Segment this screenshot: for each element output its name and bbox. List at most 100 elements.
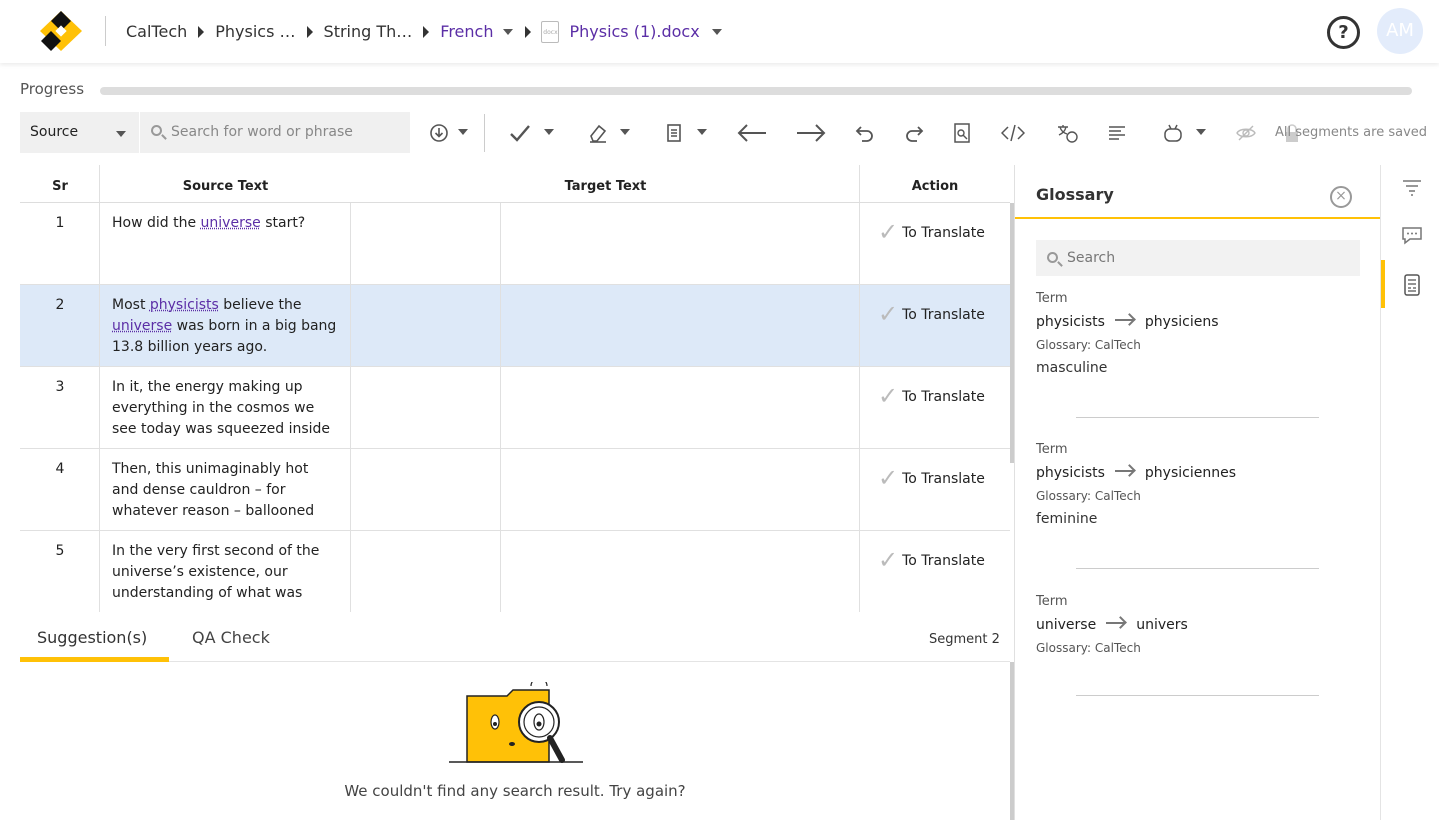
- column-divider: [99, 165, 100, 202]
- confirm-check-icon[interactable]: ✓: [878, 382, 898, 410]
- confirm-check-icon[interactable]: ✓: [878, 300, 898, 328]
- glossary-book-icon[interactable]: [1401, 274, 1423, 296]
- confirm-check-icon[interactable]: ✓: [878, 218, 898, 246]
- active-tab-underline: [20, 657, 169, 662]
- table-row[interactable]: 4 Then, this unimaginably hot and dense c…: [20, 449, 1010, 531]
- target-text-cell[interactable]: [501, 449, 860, 530]
- breadcrumb-org[interactable]: CalTech: [126, 22, 187, 41]
- app-logo-icon[interactable]: [38, 9, 84, 53]
- avatar[interactable]: AM: [1377, 8, 1423, 54]
- column-divider: [99, 531, 100, 612]
- entry-label: Term: [1036, 594, 1068, 609]
- target-text-cell[interactable]: [351, 531, 501, 612]
- glossary-term-highlight[interactable]: universe: [201, 215, 261, 231]
- arrow-right-icon: [1114, 464, 1135, 478]
- column-divider: [99, 203, 100, 284]
- visibility-off-icon[interactable]: [1236, 122, 1256, 144]
- eraser-icon[interactable]: [588, 122, 608, 144]
- header-source: Source Text: [182, 179, 269, 194]
- eraser-dropdown-icon[interactable]: [620, 129, 630, 135]
- breadcrumb-folder[interactable]: String Th…: [324, 22, 413, 41]
- undo-icon[interactable]: [854, 122, 876, 144]
- action-cell[interactable]: ✓ To Translate: [860, 203, 1010, 284]
- download-icon[interactable]: [429, 123, 449, 143]
- target-text-cell[interactable]: [351, 367, 501, 448]
- search-input[interactable]: Search for word or phrase: [140, 112, 410, 153]
- action-cell[interactable]: ✓ To Translate: [860, 449, 1010, 530]
- source-text-cell[interactable]: In it, the energy making up everything i…: [100, 367, 351, 448]
- column-divider: [859, 285, 860, 366]
- target-text-cell[interactable]: [351, 285, 501, 366]
- preview-icon[interactable]: [953, 122, 971, 144]
- ai-assistant-dropdown-icon[interactable]: [1196, 129, 1206, 135]
- question-icon[interactable]: ?: [1327, 16, 1360, 49]
- table-row[interactable]: 1 How did the universe start? ✓ To Translat…: [20, 203, 1010, 285]
- align-icon[interactable]: [1107, 122, 1127, 144]
- target-text-cell[interactable]: [501, 367, 860, 448]
- column-divider: [859, 165, 860, 202]
- entry-source: physicists: [1036, 465, 1105, 481]
- breadcrumb-language[interactable]: French: [440, 22, 493, 41]
- column-divider: [500, 367, 501, 448]
- source-text-cell[interactable]: Then, this unimaginably hot and dense ca…: [100, 449, 351, 530]
- entry-label: Term: [1036, 442, 1068, 457]
- breadcrumb-document[interactable]: Physics (1).docx: [569, 22, 699, 41]
- entry-terms: physicists physiciens: [1036, 313, 1336, 330]
- download-dropdown-icon[interactable]: [458, 129, 468, 135]
- action-cell[interactable]: ✓ To Translate: [860, 367, 1010, 448]
- comments-icon[interactable]: [1401, 225, 1423, 245]
- target-text-cell[interactable]: [351, 449, 501, 530]
- tab-qa-check[interactable]: QA Check: [192, 628, 270, 647]
- glossary-entry[interactable]: Term physicists physiciens Glossary: CalT…: [1036, 291, 1336, 376]
- glossary-term-highlight[interactable]: physicists: [150, 297, 219, 313]
- target-text-cell[interactable]: [351, 203, 501, 284]
- ai-assistant-icon[interactable]: [1162, 122, 1184, 144]
- bottom-tabs: Suggestion(s) QA Check Segment 2: [20, 612, 1010, 662]
- source-text-fragment: In it, the energy making up everything i…: [112, 379, 331, 437]
- target-text-cell[interactable]: [501, 531, 860, 612]
- entry-note: masculine: [1036, 360, 1108, 376]
- segment-number: 2: [55, 297, 65, 313]
- toolbar-divider: [484, 114, 485, 152]
- source-text-cell[interactable]: Most physicists believe the universe was…: [100, 285, 351, 366]
- machine-translate-icon[interactable]: [1056, 122, 1078, 144]
- confirm-check-icon[interactable]: ✓: [878, 546, 898, 574]
- action-cell[interactable]: ✓ To Translate: [860, 531, 1010, 612]
- breadcrumb-project[interactable]: Physics …: [215, 22, 295, 41]
- next-segment-icon[interactable]: [795, 122, 827, 144]
- bottom-panel: Suggestion(s) QA Check Segment 2 We coul…: [20, 612, 1014, 820]
- empty-message: We couldn't find any search result. Try …: [344, 782, 686, 800]
- glossary-entry[interactable]: Term universe univers Glossary: CalTech: [1036, 594, 1336, 655]
- table-row[interactable]: 2 Most physicists believe the universe wa…: [20, 285, 1010, 367]
- source-text-cell[interactable]: In the very first second of the universe…: [100, 531, 351, 612]
- confirm-check-icon[interactable]: [509, 122, 531, 144]
- document-dropdown-icon[interactable]: [711, 28, 722, 35]
- table-row[interactable]: 5 In the very first second of the univers…: [20, 531, 1010, 612]
- confirm-dropdown-icon[interactable]: [544, 129, 554, 135]
- copy-source-icon[interactable]: [665, 122, 685, 144]
- glossary-entry[interactable]: Term physicists physiciennes Glossary: Ca…: [1036, 442, 1336, 527]
- status-badge: To Translate: [902, 389, 985, 405]
- source-text-cell[interactable]: How did the universe start?: [100, 203, 351, 284]
- action-cell[interactable]: ✓ To Translate: [860, 285, 1010, 366]
- column-divider: [99, 285, 100, 366]
- close-icon[interactable]: ×: [1330, 186, 1352, 208]
- glossary-term-highlight[interactable]: universe: [112, 318, 172, 334]
- tags-code-icon[interactable]: [1001, 122, 1025, 144]
- target-text-cell[interactable]: [501, 203, 860, 284]
- glossary-search-input[interactable]: Search: [1036, 240, 1360, 276]
- prev-segment-icon[interactable]: [736, 122, 768, 144]
- target-text-cell[interactable]: [501, 285, 860, 366]
- segment-number: 1: [55, 215, 65, 231]
- entry-divider: [1076, 695, 1319, 696]
- copy-source-dropdown-icon[interactable]: [697, 129, 707, 135]
- entry-note: feminine: [1036, 511, 1098, 527]
- source-select[interactable]: Source: [20, 112, 139, 153]
- redo-icon[interactable]: [903, 122, 925, 144]
- table-row[interactable]: 3 In it, the energy making up everything …: [20, 367, 1010, 449]
- language-dropdown-icon[interactable]: [503, 28, 514, 35]
- tab-suggestions[interactable]: Suggestion(s): [37, 628, 147, 647]
- confirm-check-icon[interactable]: ✓: [878, 464, 898, 492]
- source-text-fragment: start?: [260, 215, 306, 231]
- filter-icon[interactable]: [1401, 177, 1423, 197]
